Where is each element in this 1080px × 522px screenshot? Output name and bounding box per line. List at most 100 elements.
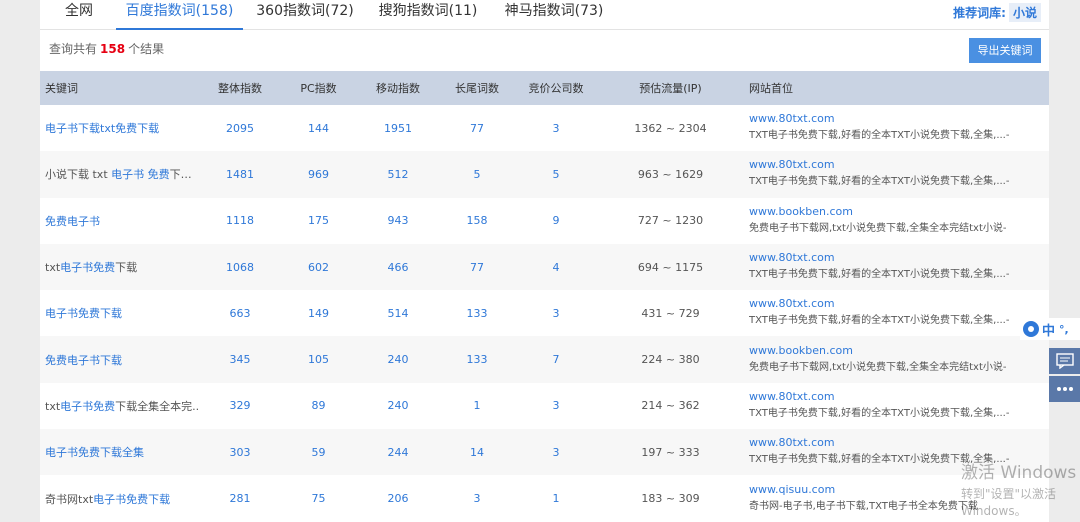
longtail-count-cell[interactable]: 133 [439,336,515,382]
mobile-index-cell[interactable]: 240 [357,383,439,429]
tab-bar: 全网 百度指数词(158) 360指数词(72) 搜狗指数词(11) 神马指数词… [40,0,1049,30]
keyword-cell[interactable]: 小说下载 txt 电子书 免费下载... [40,151,200,197]
total-index-cell[interactable]: 1481 [200,151,280,197]
mobile-index-cell[interactable]: 206 [357,475,439,521]
keyword-cell[interactable]: txt电子书免费下载全集全本完.. [40,383,200,429]
pc-index-cell[interactable]: 105 [280,336,357,382]
top-site-url[interactable]: www.bookben.com [749,204,1049,220]
total-index-cell[interactable]: 281 [200,475,280,521]
comment-side-button[interactable] [1049,348,1080,374]
keyword-highlight: 电子书 免费 [111,168,170,182]
top-site-url[interactable]: www.80txt.com [749,389,1049,405]
total-index-cell[interactable]: 2095 [200,105,280,151]
top-site-url[interactable]: www.80txt.com [749,111,1049,127]
table-row: txt电子书免费下载全集全本完.. 329 89 240 1 3 214 ~ 362 www.… [40,382,1049,430]
total-index-cell[interactable]: 303 [200,429,280,475]
bid-companies-cell[interactable]: 7 [515,336,597,382]
pc-index-cell[interactable]: 602 [280,244,357,290]
top-site-description: TXT电子书免费下载,好看的全本TXT小说免费下载,全集,...- [749,130,1010,142]
longtail-count-cell[interactable]: 1 [439,383,515,429]
keyword-prefix: txt [45,261,61,275]
more-side-button[interactable] [1049,376,1080,402]
col-traffic[interactable]: 预估流量(IP) [597,71,744,105]
traffic-cell: 183 ~ 309 [641,492,700,506]
longtail-count-cell[interactable]: 5 [439,151,515,197]
bid-companies-cell[interactable]: 5 [515,151,597,197]
keyword-cell[interactable]: 电子书免费下载全集 [40,429,200,475]
summary-suffix: 个结果 [128,42,165,56]
keyword-cell[interactable]: 电子书下载txt免费下载 [40,105,200,151]
top-site-url[interactable]: www.bookben.com [749,343,1049,359]
total-index-cell[interactable]: 1068 [200,244,280,290]
pc-index-cell[interactable]: 75 [280,475,357,521]
tab-360[interactable]: 360指数词(72) [255,0,355,30]
mobile-index-cell[interactable]: 1951 [357,105,439,151]
bid-companies-cell[interactable]: 9 [515,198,597,244]
top-site-url[interactable]: www.80txt.com [749,435,1049,451]
ime-indicator[interactable]: 中 °, [1020,318,1080,340]
bid-companies-cell[interactable]: 3 [515,290,597,336]
mobile-index-cell[interactable]: 943 [357,198,439,244]
col-keyword: 关键词 [45,82,78,95]
bid-companies-cell[interactable]: 1 [515,475,597,521]
tab-sogou[interactable]: 搜狗指数词(11) [377,0,479,30]
mobile-index-cell[interactable]: 514 [357,290,439,336]
ime-punct: °, [1059,322,1069,336]
pc-index-cell[interactable]: 89 [280,383,357,429]
col-mobile-index[interactable]: 移动指数 [357,71,439,105]
col-pc-index[interactable]: PC指数 [280,71,357,105]
top-site-description: 免费电子书下载网,txt小说免费下载,全集全本完结txt小说- [749,222,1007,234]
total-index-cell[interactable]: 345 [200,336,280,382]
longtail-count-cell[interactable]: 3 [439,475,515,521]
main-panel: 全网 百度指数词(158) 360指数词(72) 搜狗指数词(11) 神马指数词… [40,0,1049,522]
longtail-count-cell[interactable]: 133 [439,290,515,336]
mobile-index-cell[interactable]: 512 [357,151,439,197]
mobile-index-cell[interactable]: 244 [357,429,439,475]
traffic-cell: 694 ~ 1175 [637,260,704,274]
longtail-count-cell[interactable]: 158 [439,198,515,244]
pc-index-cell[interactable]: 59 [280,429,357,475]
library-value[interactable]: 小说 [1008,2,1041,22]
keyword-cell[interactable]: txt电子书免费下载 [40,244,200,290]
bid-companies-cell[interactable]: 3 [515,383,597,429]
table-row: txt电子书免费下载 1068 602 466 77 4 694 ~ 1175 www.80t… [40,243,1049,291]
col-total-index[interactable]: 整体指数 [200,71,280,105]
longtail-count-cell[interactable]: 77 [439,105,515,151]
col-longtail-count[interactable]: 长尾词数 [439,71,515,105]
keyword-cell[interactable]: 电子书免费下载 [40,290,200,336]
bid-companies-cell[interactable]: 3 [515,429,597,475]
keyword-highlight: 电子书下载txt免费下载 [45,122,160,136]
pc-index-cell[interactable]: 144 [280,105,357,151]
summary-prefix: 查询共有 [49,42,98,56]
bid-companies-cell[interactable]: 3 [515,105,597,151]
traffic-cell: 214 ~ 362 [641,399,700,413]
top-site-cell: www.80txt.com TXT电子书免费下载,好看的全本TXT小说免费下载,全… [744,383,1049,429]
tab-all[interactable]: 全网 [57,0,101,30]
export-keywords-button[interactable]: 导出关键词 [969,38,1041,63]
keyword-cell[interactable]: 奇书网txt电子书免费下载 [40,475,200,521]
recommended-library: 推荐词库: 小说 [953,0,1041,24]
keyword-cell[interactable]: 免费电子书下载 [40,336,200,382]
mobile-index-cell[interactable]: 466 [357,244,439,290]
traffic-cell: 963 ~ 1629 [637,167,704,181]
longtail-count-cell[interactable]: 77 [439,244,515,290]
top-site-url[interactable]: www.80txt.com [749,157,1049,173]
top-site-url[interactable]: www.80txt.com [749,250,1049,266]
keyword-cell[interactable]: 免费电子书 [40,198,200,244]
total-index-cell[interactable]: 329 [200,383,280,429]
total-index-cell[interactable]: 663 [200,290,280,336]
keyword-highlight: 电子书免费下载 [45,307,122,321]
mobile-index-cell[interactable]: 240 [357,336,439,382]
col-bid-companies[interactable]: 竞价公司数 [515,71,597,105]
total-index-cell[interactable]: 1118 [200,198,280,244]
ime-mode-label: 中 [1042,323,1056,339]
pc-index-cell[interactable]: 175 [280,198,357,244]
top-site-url[interactable]: www.80txt.com [749,296,1049,312]
bid-companies-cell[interactable]: 4 [515,244,597,290]
tab-shenma[interactable]: 神马指数词(73) [503,0,605,30]
longtail-count-cell[interactable]: 14 [439,429,515,475]
tab-baidu[interactable]: 百度指数词(158) [116,0,243,30]
top-site-description: TXT电子书免费下载,好看的全本TXT小说免费下载,全集,...- [749,269,1010,281]
pc-index-cell[interactable]: 969 [280,151,357,197]
pc-index-cell[interactable]: 149 [280,290,357,336]
